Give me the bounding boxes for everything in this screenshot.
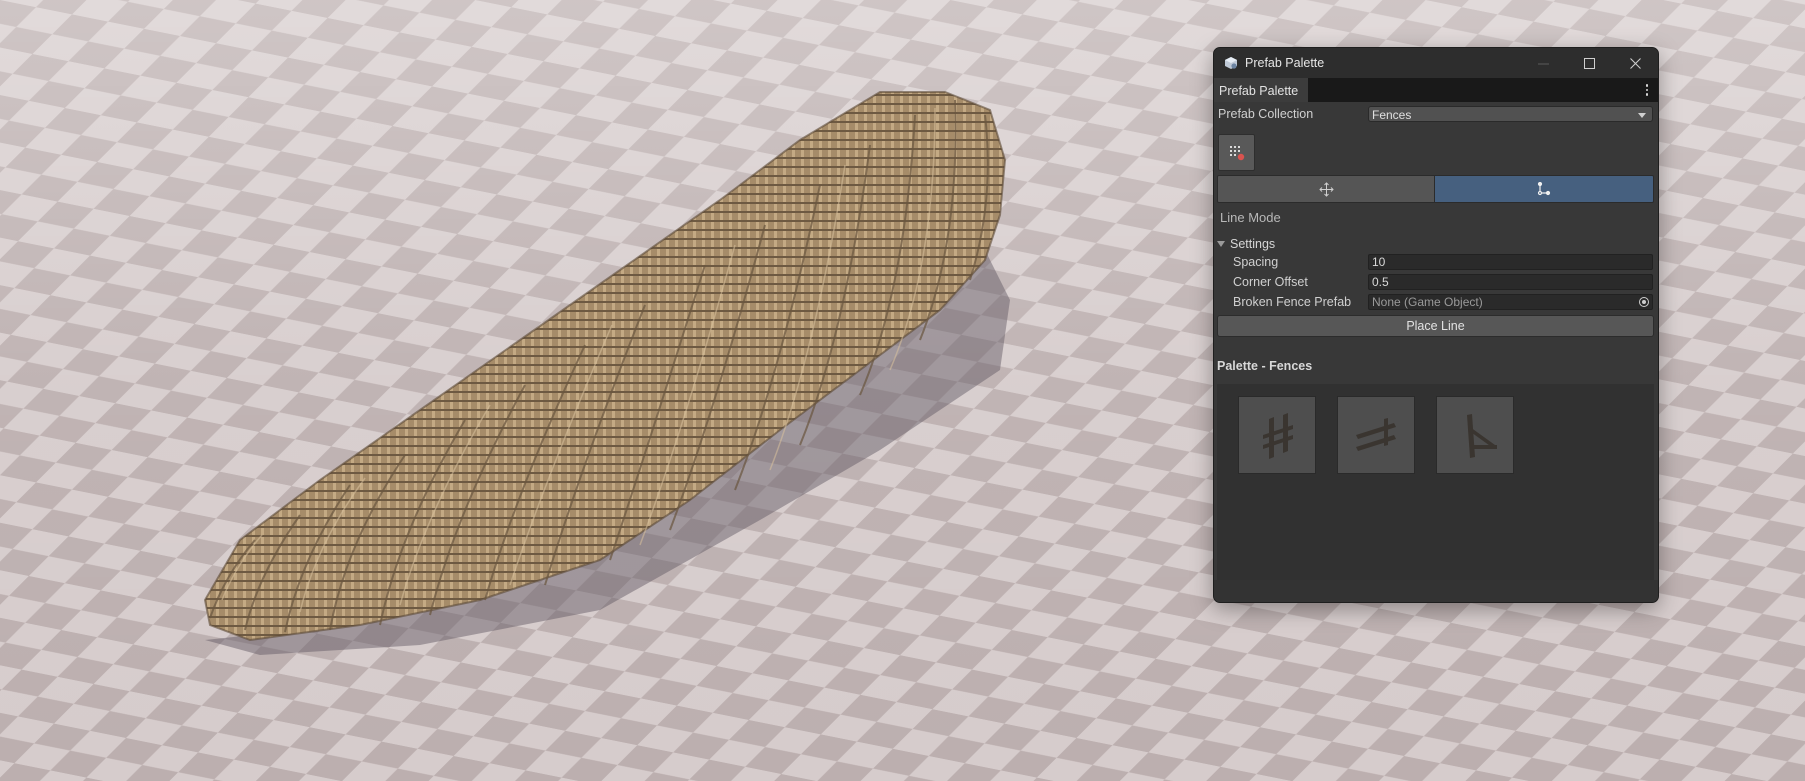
prefab-collection-label: Prefab Collection [1218, 107, 1314, 121]
fence-post-icon [1263, 413, 1293, 459]
prefab-cube-icon [1224, 56, 1238, 70]
tab-prefab-palette[interactable]: Prefab Palette [1214, 78, 1309, 102]
spacing-field[interactable]: 10 [1368, 254, 1653, 270]
mode-toggle-bar [1217, 175, 1654, 203]
broken-fence-prefab-value: None (Game Object) [1372, 295, 1483, 309]
grid-tool-button[interactable] [1218, 134, 1255, 171]
line-mode-icon [1537, 182, 1551, 196]
spacing-value: 10 [1372, 255, 1386, 269]
palette-item-fence-rail[interactable] [1337, 396, 1415, 474]
settings-foldout[interactable]: Settings [1217, 237, 1275, 251]
broken-fence-prefab-field[interactable]: None (Game Object) [1368, 294, 1653, 310]
prefab-collection-value: Fences [1372, 108, 1412, 122]
move-mode-button[interactable] [1218, 176, 1435, 202]
settings-label: Settings [1230, 237, 1276, 251]
palette-item-fence-corner[interactable] [1436, 396, 1514, 474]
place-line-button[interactable]: Place Line [1217, 315, 1654, 337]
close-icon [1629, 57, 1641, 69]
minimize-button[interactable] [1520, 48, 1566, 78]
palette-item-fence-post[interactable] [1238, 396, 1316, 474]
mode-title: Line Mode [1220, 210, 1281, 225]
line-mode-button[interactable] [1435, 176, 1653, 202]
chevron-down-icon [1638, 113, 1646, 118]
tab-label: Prefab Palette [1219, 83, 1299, 98]
palette-grid [1217, 384, 1654, 580]
place-line-label: Place Line [1406, 319, 1465, 333]
prefab-palette-window: Prefab Palette Prefab Palette Prefab Col… [1213, 47, 1659, 603]
foldout-arrow-icon [1217, 241, 1225, 247]
corner-offset-field[interactable]: 0.5 [1368, 274, 1653, 290]
corner-offset-label: Corner Offset [1233, 275, 1308, 289]
fence-rail-icon [1356, 418, 1396, 451]
maximize-button[interactable] [1566, 48, 1612, 78]
maximize-icon [1583, 57, 1595, 69]
tab-strip: Prefab Palette [1214, 78, 1658, 102]
corner-offset-value: 0.5 [1372, 275, 1389, 289]
window-title: Prefab Palette [1245, 56, 1325, 70]
prefab-collection-dropdown[interactable]: Fences [1368, 106, 1653, 122]
grid-tool-icon [1229, 145, 1244, 160]
window-titlebar[interactable]: Prefab Palette [1214, 48, 1658, 78]
window-footer [1214, 580, 1658, 602]
spacing-label: Spacing [1233, 255, 1279, 269]
broken-fence-prefab-label: Broken Fence Prefab [1233, 295, 1352, 309]
move-arrows-icon [1318, 181, 1334, 197]
object-picker-icon[interactable] [1638, 296, 1650, 308]
fence-corner-icon [1467, 414, 1497, 458]
close-button[interactable] [1612, 48, 1658, 78]
palette-title: Palette - Fences [1217, 359, 1313, 373]
more-options-icon[interactable] [1644, 82, 1650, 98]
minimize-icon [1537, 63, 1549, 64]
